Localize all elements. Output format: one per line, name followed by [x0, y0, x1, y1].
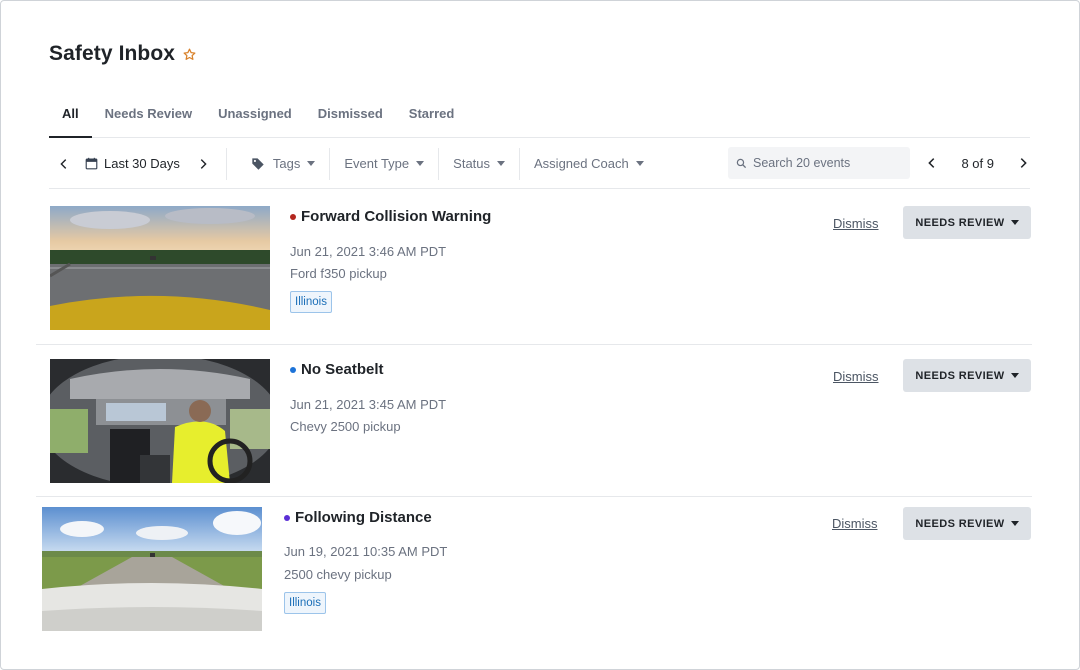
event-vehicle: Ford f350 pickup	[290, 266, 387, 281]
tags-filter-label: Tags	[272, 156, 301, 171]
status-dropdown[interactable]: NEEDS REVIEW	[903, 507, 1031, 540]
title-row: Safety Inbox	[49, 42, 197, 66]
status-label: NEEDS REVIEW	[915, 216, 1005, 229]
event-title[interactable]: Following Distance	[284, 509, 432, 526]
page-title: Safety Inbox	[49, 42, 176, 65]
event-thumbnail[interactable]	[42, 507, 262, 631]
event-row[interactable]: Following Distance Jun 19, 2021 10:35 AM…	[36, 497, 1032, 647]
tab-starred[interactable]: Starred	[409, 100, 455, 138]
tags-filter[interactable]: Tags	[251, 156, 316, 171]
tab-all[interactable]: All	[49, 100, 92, 138]
caret-down-icon	[307, 161, 316, 166]
event-title-text: No Seatbelt	[301, 361, 384, 378]
event-thumbnail[interactable]	[50, 359, 270, 483]
divider	[225, 147, 227, 180]
event-timestamp: Jun 19, 2021 10:35 AM PDT	[284, 544, 448, 559]
caret-down-icon	[416, 161, 425, 166]
tab-needs-review[interactable]: Needs Review	[105, 100, 192, 138]
chevron-left-icon[interactable]	[57, 157, 71, 171]
dashcam-image	[50, 206, 270, 330]
status-label: NEEDS REVIEW	[915, 369, 1005, 382]
divider	[329, 147, 331, 180]
tab-bar: All Needs Review Unassigned Dismissed St…	[49, 100, 1030, 138]
divider	[438, 147, 440, 180]
star-icon[interactable]	[182, 47, 197, 62]
event-title-text: Following Distance	[295, 509, 432, 526]
filter-bar: Last 30 Days Tags Event Type Status Assi…	[49, 139, 1030, 189]
assigned-coach-filter-label: Assigned Coach	[534, 156, 629, 171]
event-row[interactable]: Forward Collision Warning Jun 21, 2021 3…	[36, 190, 1032, 345]
status-dropdown[interactable]: NEEDS REVIEW	[903, 206, 1031, 239]
caret-down-icon	[497, 161, 506, 166]
event-tag[interactable]: Illinois	[290, 291, 332, 313]
prev-page-icon[interactable]	[925, 156, 939, 170]
event-type-filter[interactable]: Event Type	[344, 156, 425, 171]
event-timestamp: Jun 21, 2021 3:45 AM PDT	[290, 397, 447, 412]
event-timestamp: Jun 21, 2021 3:46 AM PDT	[290, 244, 447, 259]
event-type-filter-label: Event Type	[344, 156, 410, 171]
event-row[interactable]: No Seatbelt Jun 21, 2021 3:45 AM PDT Che…	[36, 345, 1032, 497]
caret-down-icon	[635, 161, 644, 166]
search-input[interactable]	[753, 156, 903, 170]
tab-unassigned[interactable]: Unassigned	[218, 100, 292, 138]
dismiss-button[interactable]: Dismiss	[833, 216, 879, 231]
page-indicator: 8 of 9	[961, 155, 994, 171]
status-dropdown[interactable]: NEEDS REVIEW	[903, 359, 1031, 392]
calendar-icon	[85, 157, 98, 170]
date-range-filter[interactable]: Last 30 Days	[85, 156, 180, 171]
tag-icon	[252, 157, 264, 170]
assigned-coach-filter[interactable]: Assigned Coach	[534, 156, 644, 171]
event-thumbnail[interactable]	[50, 206, 270, 330]
date-range-label: Last 30 Days	[104, 156, 180, 171]
event-tag[interactable]: Illinois	[284, 592, 326, 614]
chevron-right-icon[interactable]	[196, 157, 210, 171]
event-vehicle: Chevy 2500 pickup	[290, 419, 401, 434]
event-title-text: Forward Collision Warning	[301, 208, 492, 225]
caret-down-icon	[1010, 373, 1019, 378]
caret-down-icon	[1010, 220, 1019, 225]
severity-dot	[284, 514, 290, 521]
dashcam-image	[50, 359, 270, 483]
divider	[519, 147, 521, 180]
pagination: 8 of 9	[925, 147, 1030, 179]
status-filter[interactable]: Status	[453, 156, 506, 171]
dashcam-image	[42, 507, 262, 631]
caret-down-icon	[1010, 521, 1019, 526]
status-filter-label: Status	[453, 156, 491, 171]
search-icon	[736, 158, 747, 168]
event-title[interactable]: Forward Collision Warning	[290, 208, 491, 225]
status-label: NEEDS REVIEW	[915, 517, 1005, 530]
event-title[interactable]: No Seatbelt	[290, 361, 384, 378]
search-box	[728, 147, 910, 179]
next-page-icon[interactable]	[1016, 156, 1030, 170]
dismiss-button[interactable]: Dismiss	[832, 516, 878, 531]
dismiss-button[interactable]: Dismiss	[833, 369, 879, 384]
severity-dot	[290, 213, 296, 220]
event-vehicle: 2500 chevy pickup	[284, 567, 392, 582]
severity-dot	[290, 366, 296, 373]
tab-dismissed[interactable]: Dismissed	[318, 100, 383, 138]
